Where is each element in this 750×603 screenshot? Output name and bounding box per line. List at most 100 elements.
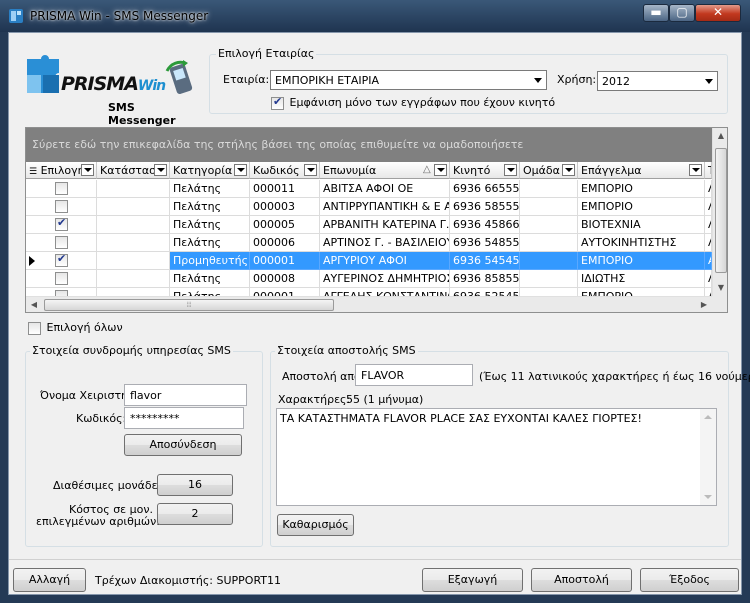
column-header-profession[interactable]: Επάγγελμα <box>578 162 705 179</box>
cell-extra[interactable]: Λ <box>705 234 712 252</box>
grid-vertical-scrollbar[interactable]: ▲ ▼ <box>712 128 727 296</box>
cell-group[interactable] <box>520 252 578 270</box>
cell-code[interactable]: 000011 <box>250 180 320 198</box>
cell-mobile[interactable]: 6936 458666 <box>450 216 520 234</box>
cell-profession[interactable]: ΕΜΠΟΡΙΟ <box>578 180 705 198</box>
column-header-mobile[interactable]: Κινητό <box>450 162 520 179</box>
select-cell[interactable] <box>26 270 97 288</box>
column-header-group[interactable]: Ομάδα <box>520 162 578 179</box>
row-select-checkbox[interactable] <box>55 252 68 267</box>
cell-mobile[interactable]: 6936 548555 <box>450 234 520 252</box>
cell-category[interactable]: Πελάτης <box>170 234 250 252</box>
message-textarea[interactable]: ΤΑ ΚΑΤΑΣΤΗΜΑΤΑ FLAVOR PLACE ΣΑΣ ΕΥΧΟΝΤΑΙ… <box>276 408 717 506</box>
filter-dropdown-icon[interactable] <box>434 164 447 176</box>
cell-name[interactable]: ΑΡΤΙΝΟΣ Γ. - ΒΑΣΙΛΕΙΟΥ <box>320 234 450 252</box>
cell-mobile[interactable]: 6936 858555 <box>450 270 520 288</box>
cell-group[interactable] <box>520 216 578 234</box>
cell-extra[interactable]: Λ <box>705 216 712 234</box>
cell-profession[interactable]: ΕΜΠΟΡΙΟ <box>578 252 705 270</box>
scroll-up-icon[interactable]: ▲ <box>713 128 727 144</box>
scroll-left-icon[interactable]: ◀ <box>26 297 42 312</box>
cell-name[interactable]: ΑΒΙΤΣΑ ΑΦΟΙ ΟΕ <box>320 180 450 198</box>
table-row[interactable]: Πελάτης 000011 ΑΒΙΤΣΑ ΑΦΟΙ ΟΕ 6936 665554 ΕΜ… <box>26 180 712 198</box>
cell-code[interactable]: 000005 <box>250 216 320 234</box>
disconnect-button[interactable]: Αποσύνδεση <box>124 434 242 456</box>
group-by-area[interactable]: Σύρετε εδώ την επικεφαλίδα της στήλης βά… <box>26 128 712 162</box>
send-button[interactable]: Αποστολή <box>531 568 632 592</box>
maximize-button[interactable]: ▢ <box>669 4 695 22</box>
company-select[interactable]: ΕΜΠΟΡΙΚΗ ΕΤΑΙΡΙΑ <box>270 70 547 90</box>
cell-extra[interactable]: Λ <box>705 270 712 288</box>
cell-category[interactable]: Πελάτης <box>170 198 250 216</box>
select-cell[interactable] <box>26 198 97 216</box>
filter-dropdown-icon[interactable] <box>504 164 517 176</box>
select-cell[interactable] <box>26 216 97 234</box>
close-button[interactable]: ✕ <box>695 4 741 22</box>
table-row[interactable]: Πελάτης000005ΑΡΒΑΝΙΤΗ ΚΑΤΕΡΙΝΑ Γ.6936 45… <box>26 216 712 234</box>
cell-mobile[interactable]: 6936 665554 <box>450 180 520 198</box>
cell-code[interactable]: 000008 <box>250 270 320 288</box>
cell-extra[interactable]: Α <box>705 252 712 270</box>
cell-status[interactable] <box>97 198 170 216</box>
grid-menu-icon[interactable]: ☰ <box>29 167 37 177</box>
filter-dropdown-icon[interactable] <box>81 164 94 176</box>
cell-name[interactable]: ΑΡΓΥΡΙΟΥ ΑΦΟΙ <box>320 252 450 270</box>
table-row[interactable]: Πελάτης 000008 ΑΥΓΕΡΙΝΟΣ ΔΗΜΗΤΡΙΟΣ Ι 6936 8… <box>26 270 712 288</box>
export-button[interactable]: Εξαγωγή <box>422 568 523 592</box>
minimize-button[interactable]: ▬ <box>643 4 669 22</box>
cell-extra[interactable]: Λ <box>705 180 712 198</box>
select-all-checkbox[interactable] <box>28 321 41 335</box>
message-scrollbar[interactable] <box>700 409 716 505</box>
cell-profession[interactable]: ΑΥΤΟΚΙΝΗΤΙΣΤΗΣ <box>578 234 705 252</box>
cell-name[interactable]: ΑΝΤΙΡΡΥΠΑΝΤΙΚΗ & Ε ΑΕ <box>320 198 450 216</box>
cell-status[interactable] <box>97 234 170 252</box>
cell-profession[interactable]: ΕΜΠΟΡΙΟ <box>578 198 705 216</box>
chevron-down-icon[interactable] <box>530 71 546 89</box>
cell-profession[interactable]: ΙΔΙΩΤΗΣ <box>578 270 705 288</box>
row-select-checkbox[interactable] <box>55 216 68 231</box>
cell-mobile[interactable]: 6936 585555 <box>450 198 520 216</box>
cell-code[interactable]: 000006 <box>250 234 320 252</box>
cell-status[interactable] <box>97 180 170 198</box>
cell-group[interactable] <box>520 270 578 288</box>
row-select-checkbox[interactable] <box>55 200 68 213</box>
filter-dropdown-icon[interactable] <box>234 164 247 176</box>
filter-dropdown-icon[interactable] <box>304 164 317 176</box>
column-header-category[interactable]: Κατηγορία <box>170 162 250 179</box>
filter-dropdown-icon[interactable] <box>562 164 575 176</box>
select-cell[interactable] <box>26 180 97 198</box>
column-header-extra[interactable]: Τ <box>705 162 712 179</box>
chevron-down-icon[interactable] <box>701 72 717 90</box>
exit-button[interactable]: Έξοδος <box>640 568 739 592</box>
row-select-checkbox[interactable] <box>55 272 68 285</box>
scroll-thumb[interactable] <box>715 148 727 273</box>
cell-mobile[interactable]: 6936 545454 <box>450 252 520 270</box>
cell-code[interactable]: 000003 <box>250 198 320 216</box>
column-header-code[interactable]: Κωδικός <box>250 162 320 179</box>
table-row[interactable]: Πελάτης 000003 ΑΝΤΙΡΡΥΠΑΝΤΙΚΗ & Ε ΑΕ 6936 5… <box>26 198 712 216</box>
sender-input[interactable]: FLAVOR <box>355 364 473 386</box>
scroll-thumb[interactable]: ⦙⦙⦙ <box>44 299 334 311</box>
cell-category[interactable]: Πελάτης <box>170 270 250 288</box>
mobile-only-checkbox[interactable] <box>271 95 284 110</box>
cell-status[interactable] <box>97 252 170 270</box>
year-select[interactable]: 2012 <box>597 71 718 91</box>
change-server-button[interactable]: Αλλαγή <box>13 568 86 592</box>
cell-status[interactable] <box>97 270 170 288</box>
table-row[interactable]: Πελάτης 000006 ΑΡΤΙΝΟΣ Γ. - ΒΑΣΙΛΕΙΟΥ 6936 … <box>26 234 712 252</box>
cell-code[interactable]: 000001 <box>250 252 320 270</box>
cell-extra[interactable]: Λ <box>705 198 712 216</box>
filter-dropdown-icon[interactable] <box>154 164 167 176</box>
scroll-down-icon[interactable] <box>704 495 712 499</box>
cell-group[interactable] <box>520 234 578 252</box>
username-input[interactable]: flavor <box>124 384 247 406</box>
row-select-checkbox[interactable] <box>55 182 68 195</box>
scroll-right-icon[interactable]: ▶ <box>696 297 712 312</box>
column-header-status[interactable]: Κατάσταση <box>97 162 170 179</box>
column-header-name[interactable]: Επωνυμία △ <box>320 162 450 179</box>
cell-name[interactable]: ΑΡΒΑΝΙΤΗ ΚΑΤΕΡΙΝΑ Γ. <box>320 216 450 234</box>
cell-group[interactable] <box>520 180 578 198</box>
cell-status[interactable] <box>97 216 170 234</box>
column-header-select[interactable]: ☰ Επιλογή <box>26 162 97 179</box>
title-bar[interactable]: PRISMA Win - SMS Messenger ▬ ▢ ✕ <box>0 0 750 32</box>
